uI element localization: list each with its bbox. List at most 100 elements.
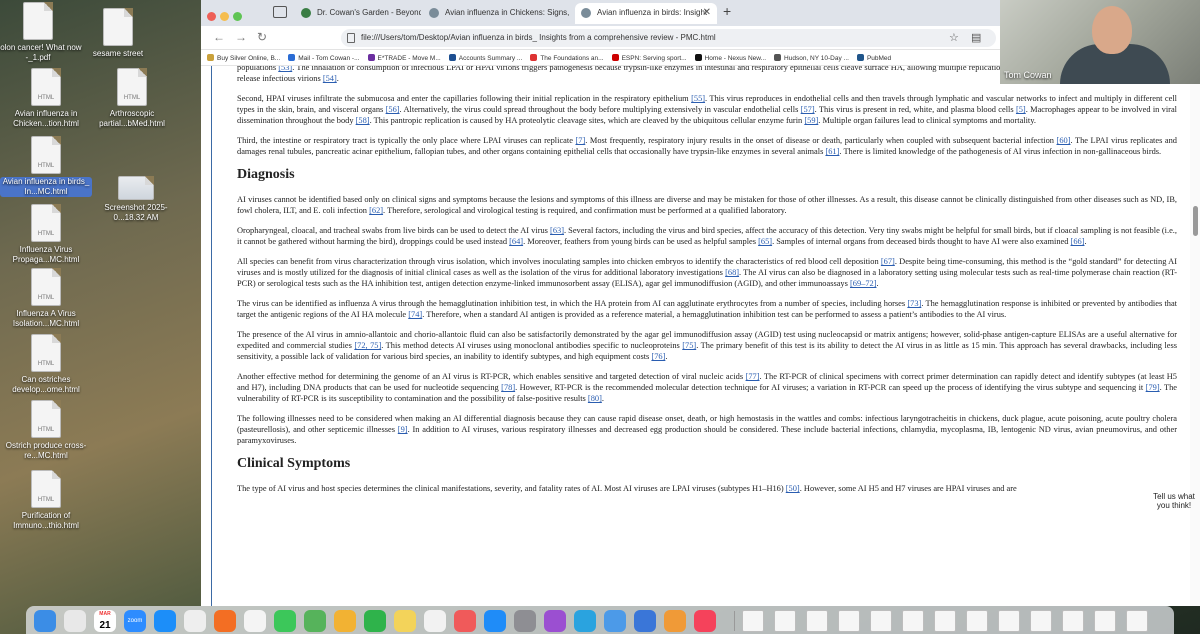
forward-icon[interactable]: →	[235, 30, 247, 44]
citation-link[interactable]: [57]	[801, 105, 815, 114]
recent-document-icon[interactable]	[966, 610, 988, 632]
settings-icon[interactable]	[514, 610, 536, 632]
recent-document-icon[interactable]	[1062, 610, 1084, 632]
citation-link[interactable]: [9]	[398, 425, 408, 434]
chrome-icon[interactable]	[184, 610, 206, 632]
citation-link[interactable]: [66]	[1071, 237, 1085, 246]
bookmark-item[interactable]: The Foundations an...	[530, 54, 604, 62]
page-scrollbar[interactable]	[1190, 66, 1200, 606]
citation-link[interactable]: [61]	[825, 147, 839, 156]
citation-link[interactable]: [60]	[1057, 136, 1071, 145]
tab-dr-cowans-garden[interactable]: Dr. Cowan's Garden - Beyond O	[295, 3, 421, 24]
telegram-icon[interactable]	[574, 610, 596, 632]
zoom-icon[interactable]: zoom	[124, 610, 146, 632]
desktop-file-item[interactable]: HTML Can ostriches develop...ome.html	[0, 334, 92, 395]
citation-link[interactable]: [72, 75]	[354, 341, 381, 350]
desktop-file-item[interactable]: HTML Avian influenza in birds_ In...MC.ht…	[0, 136, 92, 197]
safari-icon[interactable]	[154, 610, 176, 632]
desktop-file-item[interactable]: sesame street	[72, 8, 164, 59]
bookmark-star-icon[interactable]: ☆	[949, 31, 959, 44]
desktop-file-item[interactable]: HTML Influenza A Virus Isolation...MC.htm…	[0, 268, 92, 329]
citation-link[interactable]: [75]	[682, 341, 696, 350]
desktop-file-item[interactable]: HTML Arthroscopic partial...bMed.html	[86, 68, 178, 129]
preview-icon[interactable]	[604, 610, 626, 632]
desktop-file-item[interactable]: HTML Ostrich produce cross-re...MC.html	[0, 400, 92, 461]
recent-document-icon[interactable]	[902, 610, 924, 632]
new-tab-button[interactable]: +	[723, 3, 731, 19]
calendar-icon[interactable]: MAR 21	[94, 610, 116, 632]
reader-icon[interactable]: ▤	[971, 31, 981, 44]
desktop-file-item[interactable]: HTML Purification of Immuno...thio.html	[0, 470, 92, 531]
desktop-file-item[interactable]: HTML Avian influenza in Chicken...tion.ht…	[0, 68, 92, 129]
desktop-file-item[interactable]: HTML Influenza Virus Propaga...MC.html	[0, 204, 92, 265]
close-tab-icon[interactable]: ✕	[703, 7, 711, 18]
citation-link[interactable]: [62]	[369, 206, 383, 215]
back-icon[interactable]: ←	[213, 30, 225, 44]
citation-link[interactable]: [68]	[725, 268, 739, 277]
tab-avian-influenza-chickens[interactable]: Avian influenza in Chickens: Signs,	[423, 3, 573, 24]
finder-icon[interactable]	[34, 610, 56, 632]
citation-link[interactable]: [67]	[881, 257, 895, 266]
document-icon[interactable]	[244, 610, 266, 632]
news-icon[interactable]	[454, 610, 476, 632]
bookmark-item[interactable]: Accounts Summary ...	[448, 54, 522, 62]
citation-link[interactable]: [50]	[786, 484, 800, 493]
bookmark-item[interactable]: Hudson, NY 10-Day ...	[774, 54, 849, 62]
sidebar-toggle-icon[interactable]	[273, 6, 287, 18]
citation-link[interactable]: [74]	[408, 310, 422, 319]
citation-link[interactable]: [76]	[651, 352, 665, 361]
app-store-icon[interactable]	[484, 610, 506, 632]
citation-link[interactable]: [65]	[758, 237, 772, 246]
recent-document-icon[interactable]	[998, 610, 1020, 632]
citation-link[interactable]: [73]	[907, 299, 921, 308]
citation-link[interactable]: [56]	[386, 105, 400, 114]
maps-icon[interactable]	[304, 610, 326, 632]
citation-link[interactable]: [79]	[1146, 383, 1160, 392]
podcasts-icon[interactable]	[544, 610, 566, 632]
bookmark-item[interactable]: PubMed	[856, 54, 891, 62]
bookmark-item[interactable]: ESPN: Serving sport...	[611, 54, 687, 62]
recent-document-icon[interactable]	[838, 610, 860, 632]
citation-link[interactable]: [7]	[575, 136, 585, 145]
tab-avian-influenza-birds[interactable]: Avian influenza in birds: Insight ✕	[575, 3, 717, 24]
citation-link[interactable]: [5]	[1016, 105, 1026, 114]
recent-document-icon[interactable]	[742, 610, 764, 632]
notes-icon[interactable]	[394, 610, 416, 632]
reload-icon[interactable]: ↻	[257, 30, 267, 44]
recent-document-icon[interactable]	[934, 610, 956, 632]
facetime-icon[interactable]	[364, 610, 386, 632]
photos-icon[interactable]	[334, 610, 356, 632]
recent-document-icon[interactable]	[870, 610, 892, 632]
recent-document-icon[interactable]	[1030, 610, 1052, 632]
citation-link[interactable]: [64]	[509, 237, 523, 246]
messages-icon[interactable]	[274, 610, 296, 632]
music-icon[interactable]	[694, 610, 716, 632]
citation-link[interactable]: [53]	[278, 66, 292, 72]
bookmark-item[interactable]: E*TRADE - Move M...	[367, 54, 441, 62]
desktop-file-item[interactable]: Screenshot 2025-0...18.32 AM	[90, 168, 182, 223]
minimize-window-button[interactable]	[220, 12, 229, 21]
citation-link[interactable]: [78]	[501, 383, 515, 392]
citation-link[interactable]: [69–72]	[850, 279, 877, 288]
close-window-button[interactable]	[207, 12, 216, 21]
recent-document-icon[interactable]	[806, 610, 828, 632]
pages-icon[interactable]	[664, 610, 686, 632]
citation-link[interactable]: [58]	[356, 116, 370, 125]
zoom-window-button[interactable]	[233, 12, 242, 21]
citation-link[interactable]: [59]	[804, 116, 818, 125]
citation-link[interactable]: [54]	[323, 74, 337, 83]
trash-icon[interactable]	[1126, 610, 1148, 632]
citation-link[interactable]: [77]	[746, 372, 760, 381]
reminders-icon[interactable]	[424, 610, 446, 632]
recent-document-icon[interactable]	[1094, 610, 1116, 632]
recent-document-icon[interactable]	[774, 610, 796, 632]
keynote-icon[interactable]	[634, 610, 656, 632]
bookmark-item[interactable]: Buy Silver Online, B...	[207, 54, 280, 62]
scrollbar-thumb[interactable]	[1193, 206, 1198, 236]
bookmark-item[interactable]: Mail - Tom Cowan -...	[288, 54, 360, 62]
citation-link[interactable]: [55]	[691, 94, 705, 103]
address-bar[interactable]: file:///Users/tom/Desktop/Avian influenz…	[341, 29, 996, 47]
firefox-icon[interactable]	[214, 610, 236, 632]
bookmark-item[interactable]: Home - Nexus New...	[694, 54, 766, 62]
citation-link[interactable]: [63]	[550, 226, 564, 235]
